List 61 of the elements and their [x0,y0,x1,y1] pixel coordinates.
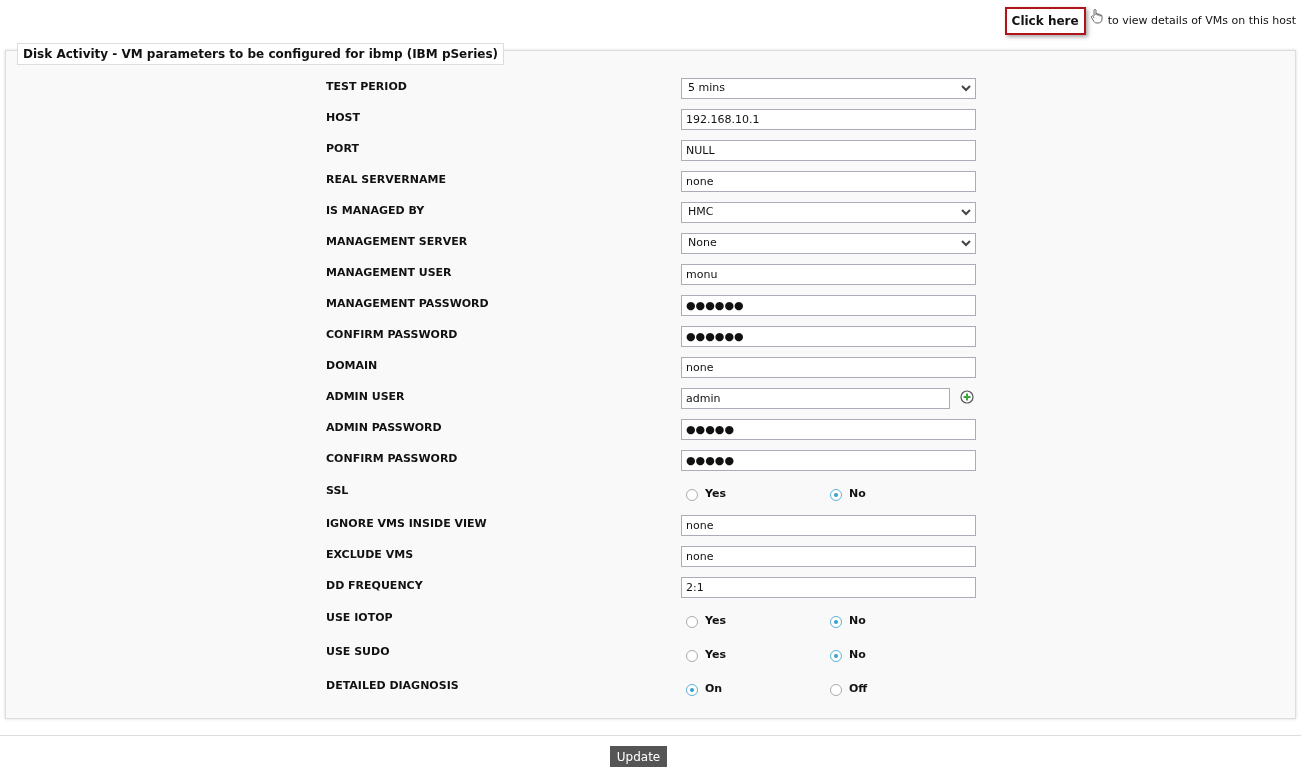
input-field[interactable]: none [681,546,976,567]
radio-button[interactable] [686,615,698,628]
field-label: MANAGEMENT PASSWORD [326,295,490,312]
input-field[interactable]: none [681,171,976,192]
section-title: Disk Activity - VM parameters to be configured for ibmp (IBM pSeries) [17,43,505,65]
radio-label: Yes [705,647,726,664]
radio-button[interactable] [830,683,842,696]
field-label: EXCLUDE VMS [326,546,415,563]
hand-pointer-icon [1089,8,1104,24]
field-label: MANAGEMENT SERVER [326,233,469,250]
field-label: CONFIRM PASSWORD [326,326,459,343]
field-label: IS MANAGED BY [326,202,426,219]
radio-button[interactable] [686,488,698,501]
field-label: USE IOTOP [326,610,394,627]
input-field[interactable]: admin [681,388,950,409]
password-field[interactable]: ●●●●●● [681,295,976,316]
radio-button[interactable] [830,488,842,501]
dropdown[interactable]: None [681,233,976,254]
field-label: MANAGEMENT USER [326,264,453,281]
password-field[interactable]: ●●●●●● [681,326,976,347]
chevron-down-icon [961,240,971,247]
input-field[interactable]: none [681,357,976,378]
field-label: DD FREQUENCY [326,577,424,594]
field-label: USE SUDO [326,644,391,661]
password-field[interactable]: ●●●●● [681,450,976,471]
details-link[interactable]: Click here [1004,7,1086,35]
input-field[interactable]: 192.168.10.1 [681,109,976,130]
radio-label: No [849,486,866,503]
field-label: IGNORE VMS INSIDE VIEW [326,515,488,532]
radio-label: Yes [705,486,726,503]
radio-button[interactable] [830,615,842,628]
radio-label: On [705,681,723,698]
field-label: ADMIN PASSWORD [326,419,443,436]
field-label: SSL [326,483,350,500]
password-field[interactable]: ●●●●● [681,419,976,440]
radio-label: No [849,613,866,630]
field-label: REAL SERVERNAME [326,171,447,188]
input-field[interactable]: monu [681,264,976,285]
radio-label: No [849,647,866,664]
dropdown[interactable]: HMC [681,202,976,223]
field-label: HOST [326,109,361,126]
radio-button[interactable] [686,649,698,662]
chevron-down-icon [961,85,971,92]
chevron-down-icon [961,209,971,216]
input-field[interactable]: none [681,515,976,536]
radio-label: Yes [705,613,726,630]
add-icon[interactable] [960,389,974,404]
radio-button[interactable] [686,683,698,696]
input-field[interactable]: NULL [681,140,976,161]
field-label: TEST PERIOD [326,78,408,95]
field-label: CONFIRM PASSWORD [326,450,459,467]
field-label: ADMIN USER [326,388,406,405]
dropdown[interactable]: 5 mins [681,78,976,99]
update-button[interactable]: Update [609,746,668,767]
radio-button[interactable] [830,649,842,662]
link-description: to view details of VMs on this host [1107,12,1296,29]
field-label: DETAILED DIAGNOSIS [326,678,460,695]
radio-label: Off [849,681,868,698]
field-label: PORT [326,140,360,157]
input-field[interactable]: 2:1 [681,577,976,598]
field-label: DOMAIN [326,357,379,374]
